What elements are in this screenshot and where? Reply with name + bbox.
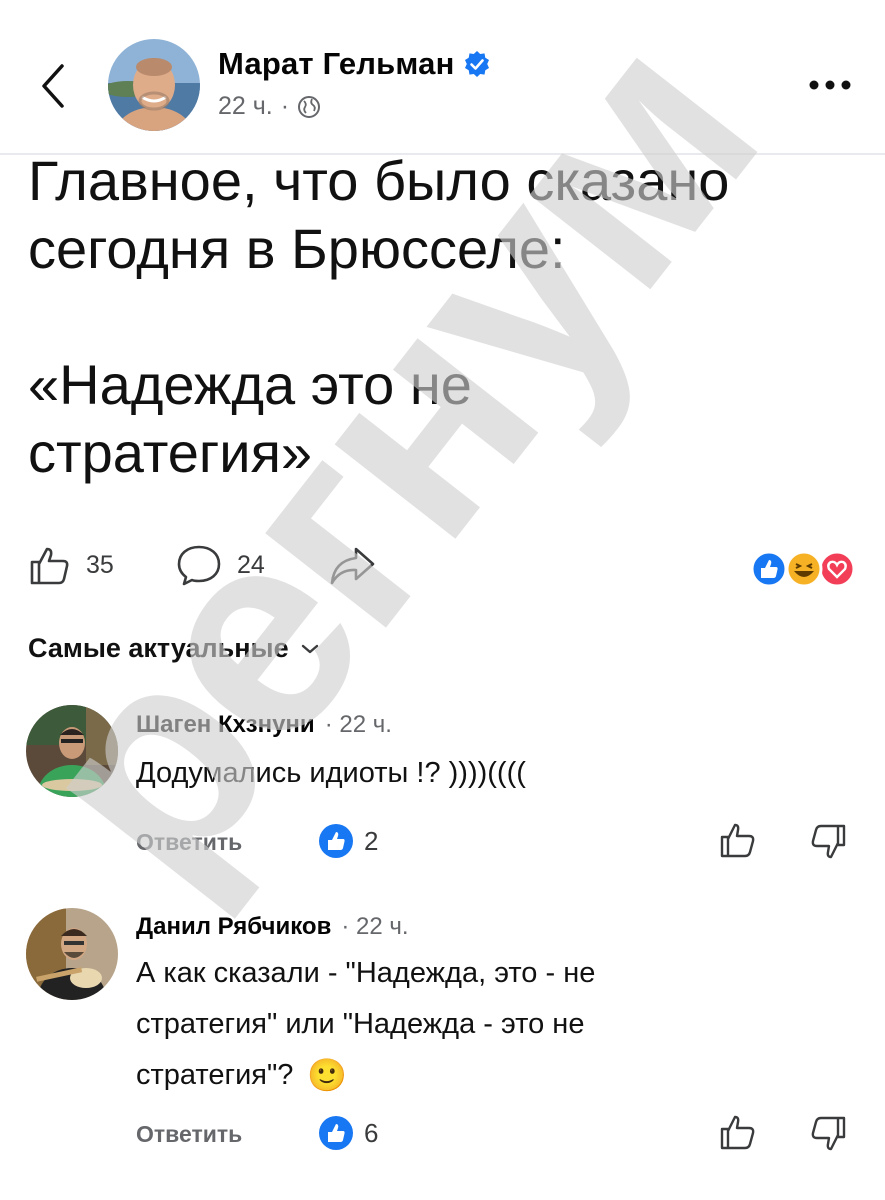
back-button[interactable] [34,58,74,114]
thumbs-up-icon [720,823,755,858]
share-icon [330,547,375,585]
comment-like-button[interactable] [718,820,758,865]
post-line: Главное, что было сказано [28,149,730,212]
reply-button[interactable]: Ответить [136,1121,242,1148]
haha-reaction-icon [785,550,823,588]
comment-text-line: А как сказали - "Надежда, это - не [136,957,596,989]
commenter-avatar[interactable] [26,908,118,1000]
slightly-smiling-emoji: 🙂 [307,1056,348,1094]
like-reaction-icon [750,550,788,588]
more-options-button[interactable] [802,70,858,100]
chevron-left-icon [42,64,64,108]
reactions-summary[interactable] [748,550,860,588]
post-time[interactable]: 22 ч. [218,92,273,121]
chevron-down-icon [301,644,318,653]
post-meta: 22 ч. · [218,92,321,121]
meta-separator: · [280,92,290,120]
comment-like-count[interactable]: 6 [318,1115,378,1151]
comment-like-count[interactable]: 2 [318,823,378,859]
like-icon [30,547,69,585]
post-line [28,283,858,351]
thumbs-down-icon [811,1116,846,1151]
like-reaction-icon [319,1116,353,1150]
verified-badge-icon [464,51,489,77]
commenter-avatar[interactable] [26,705,118,797]
commenter-name[interactable]: Данил Рябчиков [136,913,331,941]
post-text: Главное, что было сказано сегодня в Брюс… [28,147,858,487]
author-name-row: Марат Гельман [218,46,491,82]
more-dots-icon [809,80,851,90]
comment-dislike-button[interactable] [808,1114,848,1159]
post-line: стратегия» [28,421,313,484]
sort-label: Самые актуальные [28,633,289,663]
comment-dislike-button[interactable] [808,822,848,867]
post-line: сегодня в Брюсселе: [28,217,566,280]
reply-button[interactable]: Ответить [136,829,242,856]
like-count: 35 [86,550,114,579]
comment-header: Данил Рябчиков · 22 ч. [136,913,409,941]
comment-text-line: стратегия" или "Надежда - это не [136,1008,585,1040]
comment-time: · 22 ч. [324,711,392,738]
comment-text: Додумались идиоты !? ))))(((( [136,757,526,789]
sort-comments-button[interactable]: Самые актуальные [28,633,321,664]
like-button[interactable]: 35 [28,543,114,587]
comment-time: · 22 ч. [341,913,409,940]
like-reaction-icon [319,824,353,858]
love-reaction-icon [818,550,856,588]
comment-icon [177,545,221,586]
thumbs-up-icon [720,1115,755,1150]
thumbs-down-icon [811,824,846,859]
comment-text-line: стратегия"? 🙂 [136,1050,756,1101]
comment-header: Шаген Кхзнуни · 22 ч. [136,711,392,739]
comment-count: 24 [237,550,265,579]
author-avatar[interactable] [108,39,200,131]
globe-icon [298,95,321,118]
post-line: «Надежда это не [28,353,472,416]
author-name[interactable]: Марат Гельман [218,46,455,82]
comment-like-button[interactable] [718,1112,758,1157]
comment-button[interactable]: 24 [175,543,265,587]
share-button[interactable] [328,543,376,587]
commenter-name[interactable]: Шаген Кхзнуни [136,711,315,739]
comment-text: А как сказали - "Надежда, это - не страт… [136,948,756,1101]
